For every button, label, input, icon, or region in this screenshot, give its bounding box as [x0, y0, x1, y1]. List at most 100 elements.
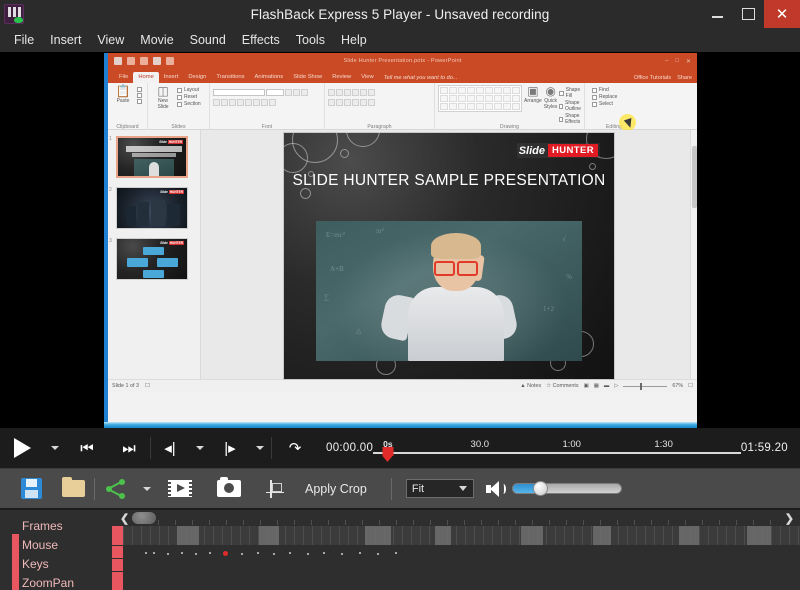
bullets-icon[interactable]: [328, 89, 335, 96]
ppt-tab-review[interactable]: Review: [327, 72, 356, 83]
step-forward-button[interactable]: |▸: [211, 441, 249, 456]
align-center-icon[interactable]: [336, 99, 343, 106]
slide-editing-pane[interactable]: Slide HUNTER SLIDE HUNTER SAMPLE PRESENT…: [201, 130, 697, 379]
mouse-track[interactable]: [123, 545, 800, 564]
increase-indent-icon[interactable]: [352, 89, 359, 96]
minimize-button[interactable]: [702, 0, 733, 28]
ppt-tab-file[interactable]: File: [114, 72, 133, 83]
font-name-input[interactable]: [213, 89, 265, 96]
video-preview-stage[interactable]: Slide Hunter Presentation.potx - PowerPo…: [0, 52, 800, 428]
slide-thumbnail-pane[interactable]: 1 Slide HUNTER 2 Slide HUNTER 3 Slide HU…: [108, 130, 201, 379]
scroll-left-icon[interactable]: ❮: [120, 512, 129, 525]
volume-slider[interactable]: [511, 481, 622, 496]
apply-crop-button[interactable]: Apply Crop: [305, 482, 367, 496]
menu-movie[interactable]: Movie: [132, 30, 181, 50]
open-button[interactable]: [52, 469, 94, 509]
ppt-find-button[interactable]: Find: [592, 87, 617, 93]
ppt-tab-insert[interactable]: Insert: [159, 72, 184, 83]
play-button[interactable]: [0, 438, 44, 458]
underline-icon[interactable]: [229, 99, 236, 106]
menu-sound[interactable]: Sound: [182, 30, 234, 50]
decrease-font-icon[interactable]: [293, 89, 300, 96]
ppt-format-painter-button[interactable]: [137, 99, 142, 104]
ppt-shape-fill-button[interactable]: Shape Fill: [559, 87, 582, 99]
font-size-input[interactable]: [266, 89, 284, 96]
crop-button[interactable]: [255, 469, 295, 509]
font-color-icon[interactable]: [269, 99, 276, 106]
shadow-icon[interactable]: [237, 99, 244, 106]
bold-icon[interactable]: [213, 99, 220, 106]
italic-icon[interactable]: [221, 99, 228, 106]
ppt-tab-animations[interactable]: Animations: [250, 72, 289, 83]
timeline-scrubber[interactable]: 0s 30.0 1:00 1:30: [373, 428, 741, 468]
comments-button[interactable]: ☆ Comments: [546, 383, 578, 389]
ppt-new-slide-button[interactable]: ◫ New Slide: [151, 85, 175, 111]
frames-track[interactable]: [123, 526, 800, 545]
ppt-tab-slide-show[interactable]: Slide Show: [288, 72, 327, 83]
ppt-cut-button[interactable]: [137, 87, 142, 92]
loop-button[interactable]: ↷: [272, 441, 318, 456]
menu-tools[interactable]: Tools: [288, 30, 333, 50]
ppt-tab-home[interactable]: Home: [133, 72, 159, 83]
close-button[interactable]: ✕: [764, 0, 800, 28]
ppt-share-button[interactable]: Share: [677, 75, 692, 81]
ppt-replace-button[interactable]: Replace: [592, 94, 617, 100]
normal-view-icon[interactable]: ▣: [584, 383, 589, 389]
menu-effects[interactable]: Effects: [234, 30, 288, 50]
slideshow-view-icon[interactable]: ▷: [614, 383, 618, 389]
previous-marker-button[interactable]: ⏮: [66, 441, 108, 456]
ppt-select-button[interactable]: Select: [592, 101, 617, 107]
ppt-arrange-button[interactable]: ▣ Arrange: [524, 85, 542, 105]
slide-title-text[interactable]: SLIDE HUNTER SAMPLE PRESENTATION: [284, 171, 614, 190]
convert-smartart-icon[interactable]: [368, 99, 375, 106]
shapes-gallery[interactable]: [438, 85, 522, 112]
share-dropdown-button[interactable]: [137, 469, 157, 509]
numbering-icon[interactable]: [336, 89, 343, 96]
current-slide[interactable]: Slide HUNTER SLIDE HUNTER SAMPLE PRESENT…: [284, 133, 614, 379]
ppt-office-tutorials-link[interactable]: Office Tutorials: [634, 75, 671, 81]
reading-view-icon[interactable]: ▬: [604, 383, 609, 389]
ppt-reset-button[interactable]: Reset: [177, 94, 201, 100]
align-right-icon[interactable]: [344, 99, 351, 106]
share-button[interactable]: [95, 469, 137, 509]
increase-font-icon[interactable]: [285, 89, 292, 96]
slide-vertical-scrollbar[interactable]: [690, 130, 697, 379]
playhead-marker[interactable]: [382, 447, 394, 462]
step-back-button[interactable]: ◂|: [151, 441, 189, 456]
step-forward-dropdown-button[interactable]: [249, 446, 271, 450]
language-icon[interactable]: ☐: [145, 383, 150, 389]
scroll-right-icon[interactable]: ❯: [785, 512, 794, 525]
menu-file[interactable]: File: [6, 30, 42, 50]
next-marker-button[interactable]: ⏭: [108, 441, 150, 456]
slide-thumbnail-3[interactable]: 3 Slide HUNTER: [109, 238, 188, 280]
ppt-paste-button[interactable]: 📋 Paste: [111, 85, 135, 105]
slide-thumbnail-2[interactable]: 2 Slide HUNTER: [109, 187, 188, 229]
menu-view[interactable]: View: [89, 30, 132, 50]
zoompan-track[interactable]: [123, 577, 800, 590]
volume-knob[interactable]: [533, 481, 549, 496]
export-video-button[interactable]: [157, 469, 203, 509]
notes-button[interactable]: ▲ Notes: [520, 383, 541, 389]
decrease-indent-icon[interactable]: [344, 89, 351, 96]
track-label-frames[interactable]: Frames: [0, 516, 112, 535]
ppt-quick-styles-button[interactable]: ◉ Quick Styles: [544, 85, 558, 111]
track-rows[interactable]: [112, 526, 800, 590]
ppt-copy-button[interactable]: [137, 93, 142, 98]
ppt-section-button[interactable]: Section: [177, 101, 201, 107]
step-back-dropdown-button[interactable]: [189, 446, 211, 450]
ppt-tell-me-box[interactable]: Tell me what you want to do...: [379, 73, 463, 83]
zoom-slider[interactable]: [623, 382, 668, 390]
play-dropdown-button[interactable]: [44, 446, 66, 450]
slide-sorter-icon[interactable]: ▦: [594, 383, 599, 389]
fit-to-window-icon[interactable]: ☐: [688, 383, 693, 389]
ppt-tab-transitions[interactable]: Transitions: [211, 72, 249, 83]
scroll-thumb[interactable]: [132, 512, 156, 524]
keys-track[interactable]: [123, 564, 800, 577]
selected-mouse-event[interactable]: [223, 551, 228, 556]
text-direction-icon[interactable]: [368, 89, 375, 96]
zoom-mode-select[interactable]: Fit: [405, 479, 474, 498]
strikethrough-icon[interactable]: [245, 99, 252, 106]
maximize-button[interactable]: [733, 0, 764, 28]
menu-insert[interactable]: Insert: [42, 30, 89, 50]
menu-help[interactable]: Help: [333, 30, 375, 50]
